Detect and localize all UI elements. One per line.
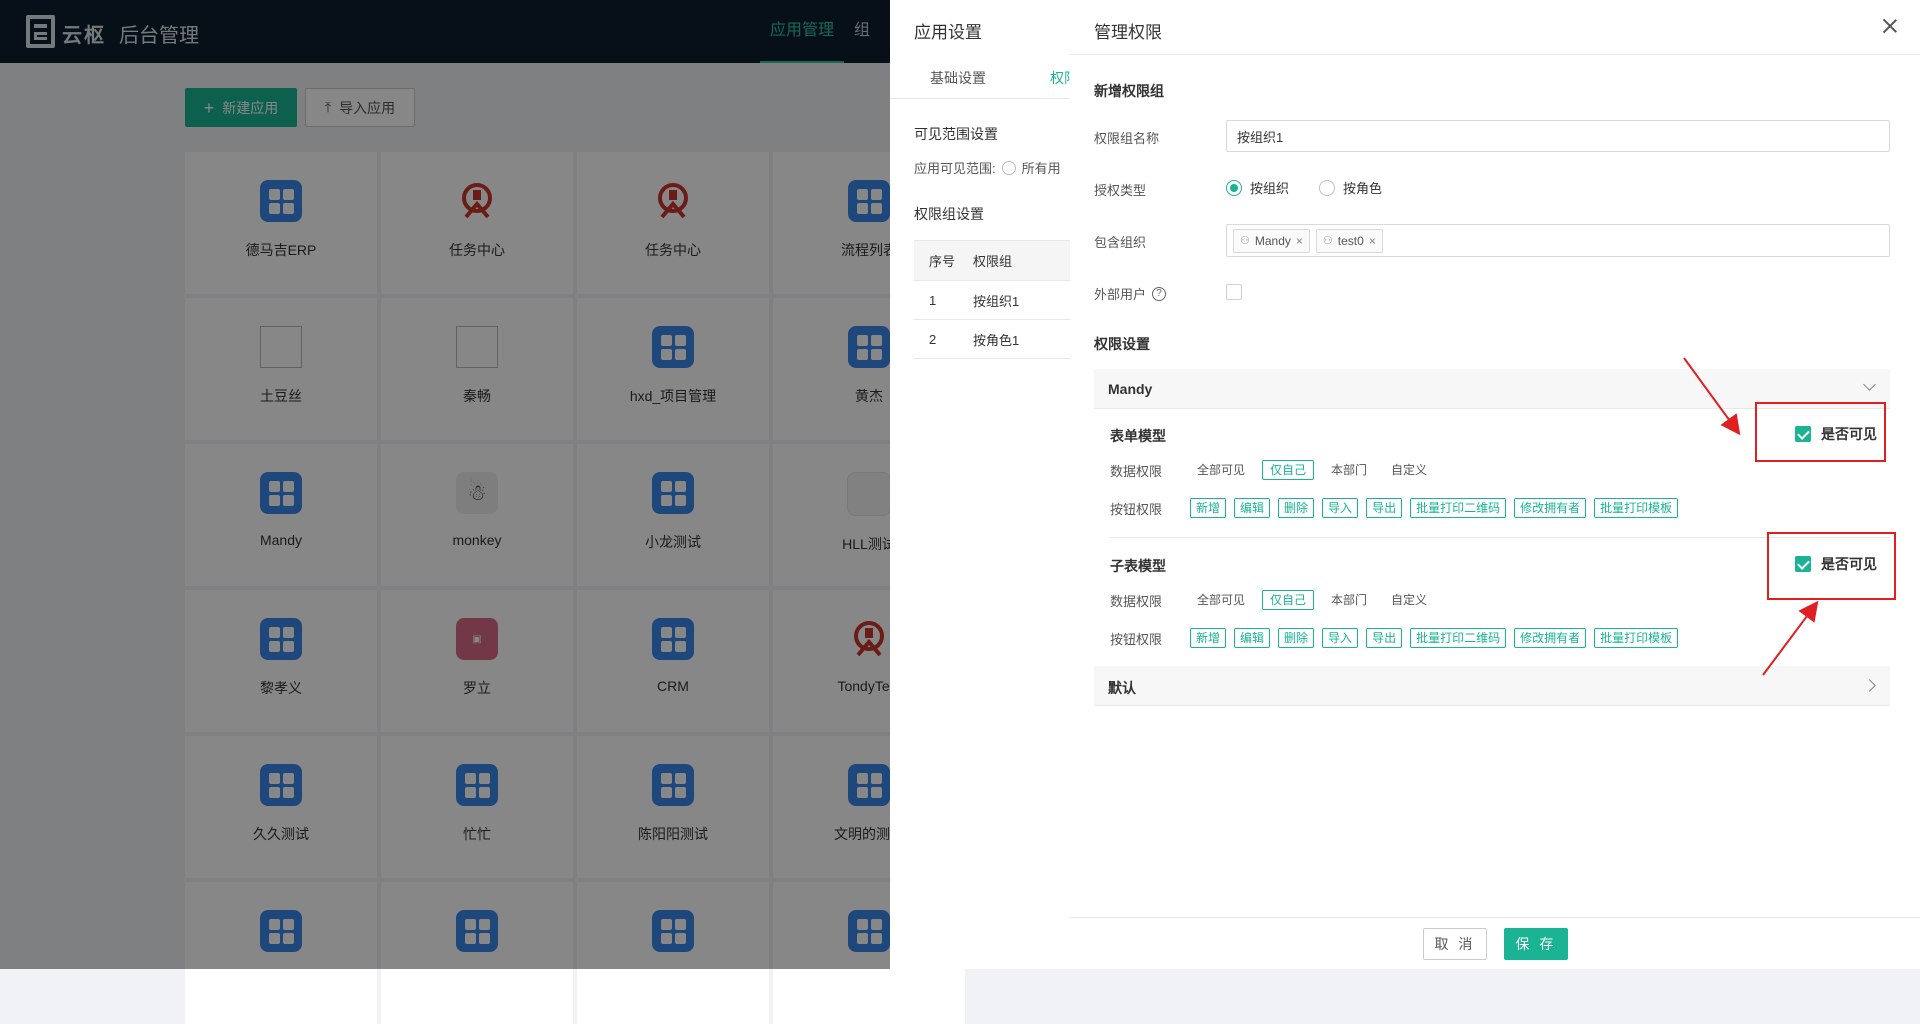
button-perm-label: 按钮权限 bbox=[1110, 631, 1163, 647]
col-index-header: 序号 bbox=[929, 254, 956, 269]
chevron-down-icon bbox=[1863, 378, 1876, 391]
drawer-title: 管理权限 bbox=[1094, 23, 1162, 42]
group-name-input[interactable] bbox=[1226, 120, 1890, 152]
data-perm-row: 数据权限 全部可见 仅自己 本部门 自定义 bbox=[1110, 460, 1444, 480]
auth-type-radio-group: 按组织 按角色 bbox=[1226, 178, 1404, 197]
button-perm-tag[interactable]: 编辑 bbox=[1234, 498, 1271, 518]
col-group-header: 权限组 bbox=[973, 254, 1013, 269]
remove-tag-icon[interactable]: × bbox=[1296, 234, 1303, 248]
data-perm-option[interactable]: 自定义 bbox=[1384, 460, 1434, 480]
remove-tag-icon[interactable]: × bbox=[1369, 234, 1376, 248]
data-perm-option[interactable]: 本部门 bbox=[1324, 590, 1374, 610]
org-tag-label: Mandy bbox=[1254, 233, 1291, 248]
visible-scope-radio[interactable] bbox=[1001, 160, 1016, 175]
data-perm-option[interactable]: 仅自己 bbox=[1262, 460, 1315, 480]
group-name-label: 权限组名称 bbox=[1094, 131, 1160, 146]
data-perm-option[interactable]: 全部可见 bbox=[1190, 460, 1252, 480]
perm-group-name: 默认 bbox=[1108, 680, 1136, 696]
button-perm-label: 按钮权限 bbox=[1110, 501, 1163, 517]
new-group-title: 新增权限组 bbox=[1094, 83, 1164, 99]
org-tag: ⚇ Mandy × bbox=[1233, 228, 1310, 253]
button-perm-tag[interactable]: 删除 bbox=[1278, 628, 1315, 648]
button-perm-tag[interactable]: 导入 bbox=[1322, 628, 1359, 648]
table-header: 序号 权限组 bbox=[914, 241, 1070, 281]
manage-permission-drawer: 管理权限 新增权限组 权限组名称 授权类型 按组织 按角色 包含组织 ⚇ Man… bbox=[1070, 0, 1920, 969]
button-perm-tag[interactable]: 修改拥有者 bbox=[1514, 628, 1587, 648]
row-index: 2 bbox=[929, 331, 937, 347]
annotation-box bbox=[1767, 532, 1896, 600]
data-perm-option[interactable]: 本部门 bbox=[1324, 460, 1374, 480]
button-perm-tag[interactable]: 批量打印模板 bbox=[1594, 498, 1679, 518]
close-icon[interactable] bbox=[1878, 14, 1902, 38]
data-perm-label: 数据权限 bbox=[1110, 463, 1163, 479]
perm-settings-title: 权限设置 bbox=[1094, 336, 1150, 352]
chevron-right-icon bbox=[1863, 679, 1876, 692]
radio-by-role[interactable] bbox=[1319, 179, 1336, 196]
external-user-label: 外部用户 bbox=[1094, 287, 1147, 302]
row-index: 1 bbox=[929, 292, 937, 308]
org-tag-label: test0 bbox=[1337, 233, 1364, 248]
row-group-name: 按角色1 bbox=[973, 332, 1020, 348]
button-perm-tag[interactable]: 批量打印模板 bbox=[1594, 628, 1679, 648]
perm-group-table: 序号 权限组 1 按组织1 2 按角色1 bbox=[914, 240, 1070, 359]
radio-by-org[interactable] bbox=[1226, 179, 1242, 196]
cancel-button[interactable]: 取 消 bbox=[1423, 928, 1487, 960]
button-perm-tag[interactable]: 新增 bbox=[1190, 628, 1227, 648]
drawer-footer: 取 消 保 存 bbox=[1070, 917, 1920, 969]
visible-scope-title: 可见范围设置 bbox=[914, 126, 998, 142]
button-perm-tag[interactable]: 修改拥有者 bbox=[1514, 498, 1587, 518]
button-perm-tag[interactable]: 批量打印二维码 bbox=[1410, 628, 1507, 648]
annotation-box bbox=[1755, 402, 1886, 462]
drawer-header: 管理权限 bbox=[1070, 0, 1920, 55]
perm-group-default[interactable]: 默认 bbox=[1094, 666, 1890, 706]
visible-scope-label: 应用可见范围: bbox=[914, 161, 996, 176]
button-perm-tag[interactable]: 新增 bbox=[1190, 498, 1227, 518]
app-settings-title: 应用设置 bbox=[914, 23, 982, 42]
table-row[interactable]: 2 按角色1 bbox=[914, 320, 1070, 359]
model-name: 表单模型 bbox=[1110, 428, 1166, 444]
save-button[interactable]: 保 存 bbox=[1504, 928, 1568, 960]
data-perm-option[interactable]: 自定义 bbox=[1384, 590, 1434, 610]
include-org-label: 包含组织 bbox=[1094, 235, 1147, 250]
user-icon: ⚇ bbox=[1322, 235, 1333, 247]
button-perm-tag[interactable]: 编辑 bbox=[1234, 628, 1271, 648]
app-settings-drawer: 应用设置 基础设置 权限 可见范围设置 应用可见范围: 所有用 权限组设置 序号… bbox=[890, 0, 1070, 969]
button-perm-tag[interactable]: 导出 bbox=[1366, 628, 1403, 648]
row-group-name: 按组织1 bbox=[973, 293, 1020, 309]
user-icon: ⚇ bbox=[1240, 235, 1250, 247]
data-perm-option[interactable]: 仅自己 bbox=[1262, 590, 1315, 610]
button-perm-row: 按钮权限 新增 编辑 删除 导入 导出 批量打印二维码 修改拥有者 批量打印模板 bbox=[1110, 628, 1686, 648]
auth-type-label: 授权类型 bbox=[1094, 183, 1147, 198]
button-perm-tag[interactable]: 导出 bbox=[1366, 498, 1403, 518]
external-user-row: 外部用户 ? bbox=[1094, 284, 1167, 303]
button-perm-tag[interactable]: 删除 bbox=[1278, 498, 1315, 518]
visible-scope-row: 应用可见范围: 所有用 bbox=[914, 158, 1061, 177]
button-perm-tag[interactable]: 批量打印二维码 bbox=[1410, 498, 1507, 518]
tab-permissions[interactable]: 权限 bbox=[1050, 68, 1070, 88]
button-perm-row: 按钮权限 新增 编辑 删除 导入 导出 批量打印二维码 修改拥有者 批量打印模板 bbox=[1110, 498, 1686, 518]
help-icon[interactable]: ? bbox=[1152, 286, 1167, 301]
data-perm-row: 数据权限 全部可见 仅自己 本部门 自定义 bbox=[1110, 590, 1444, 610]
tab-basic-settings[interactable]: 基础设置 bbox=[930, 68, 986, 88]
table-row[interactable]: 1 按组织1 bbox=[914, 281, 1070, 320]
data-perm-option[interactable]: 全部可见 bbox=[1190, 590, 1252, 610]
model-name: 子表模型 bbox=[1110, 558, 1166, 574]
perm-group-name: Mandy bbox=[1108, 381, 1153, 397]
include-org-select[interactable]: ⚇ Mandy × ⚇ test0 × bbox=[1226, 224, 1890, 257]
radio-by-org-label: 按组织 bbox=[1250, 181, 1290, 196]
org-tag: ⚇ test0 × bbox=[1315, 228, 1383, 253]
radio-by-role-label: 按角色 bbox=[1343, 181, 1383, 196]
data-perm-label: 数据权限 bbox=[1110, 593, 1163, 609]
button-perm-tag[interactable]: 导入 bbox=[1322, 498, 1359, 518]
visible-scope-option: 所有用 bbox=[1021, 161, 1061, 176]
perm-group-title: 权限组设置 bbox=[914, 206, 984, 222]
app-settings-tabs: 基础设置 权限 bbox=[890, 54, 1070, 99]
external-user-checkbox[interactable] bbox=[1226, 284, 1242, 300]
